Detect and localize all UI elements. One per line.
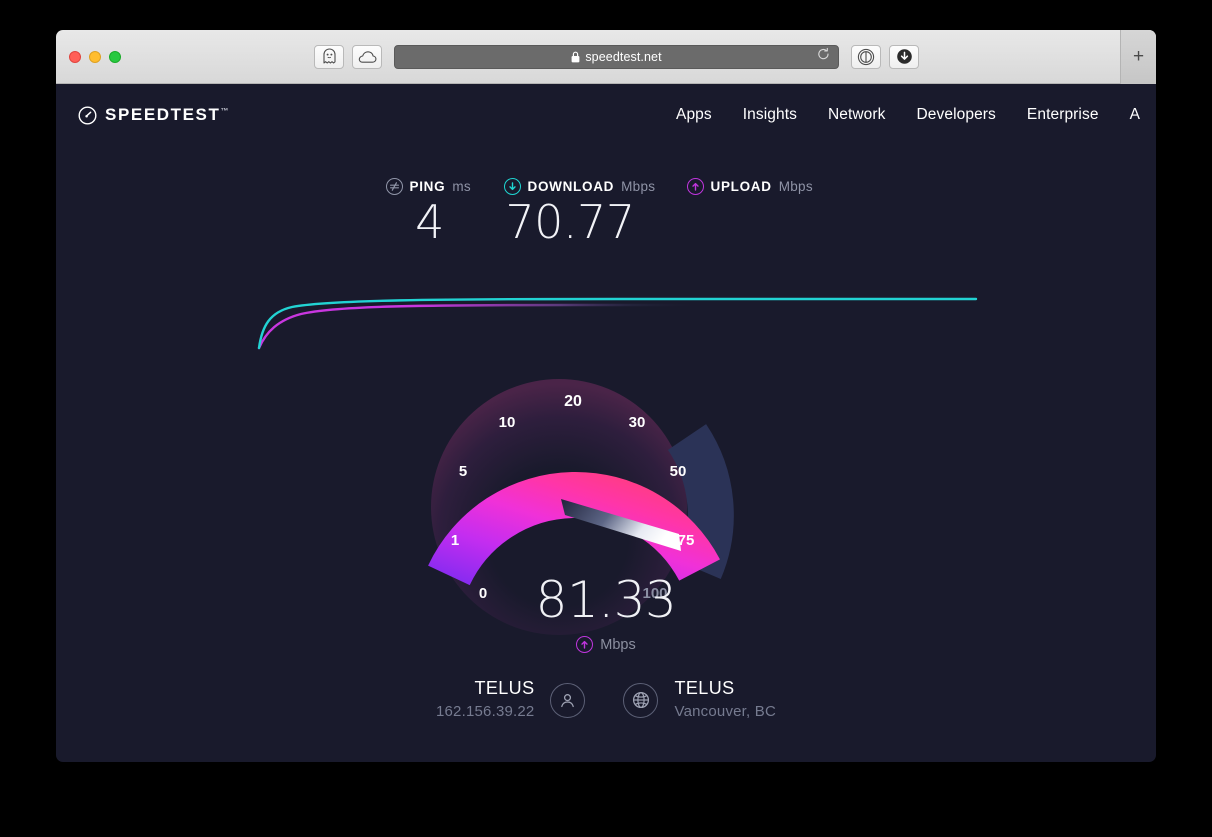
gauge-tick-1: 1 (451, 532, 459, 549)
ghost-icon (322, 48, 336, 64)
up-arrow-glyph-icon (691, 182, 699, 191)
gauge-value: 81.33 (535, 571, 677, 629)
page-content: SPEEDTEST™ Apps Insights Network Develop… (56, 84, 1156, 762)
close-window-button[interactable] (69, 50, 81, 63)
toolbar-right-buttons (851, 44, 919, 69)
stat-download-value: 70.77 (505, 195, 635, 249)
address-bar[interactable]: speedtest.net (394, 44, 839, 69)
nav-item-insights[interactable]: Insights (743, 106, 797, 124)
connection-ip: 162.156.39.22 (435, 703, 535, 720)
stat-download-label: DOWNLOAD (527, 179, 615, 194)
reader-mode-button[interactable] (851, 44, 881, 69)
stat-ping-header: PING ms (385, 178, 504, 195)
stats-row: PING ms 4 DOWNLOAD Mbps 70.77 UPLOAD Mbp… (56, 178, 1156, 249)
site-header: SPEEDTEST™ Apps Insights Network Develop… (56, 84, 1156, 146)
globe-icon (632, 691, 650, 709)
lock-icon (571, 51, 580, 62)
stat-download-unit: Mbps (621, 179, 656, 194)
gauge-tick-20: 20 (564, 393, 582, 410)
server-name: TELUS (674, 678, 735, 698)
gauge-unit-label: Mbps (600, 636, 636, 653)
stat-ping: PING ms 4 (385, 178, 504, 249)
nav-item-developers[interactable]: Developers (917, 106, 996, 124)
ping-glyph-icon (389, 182, 399, 191)
gauge-tick-30: 30 (629, 414, 646, 431)
gauge-unit-row: Mbps (396, 636, 816, 653)
window-controls (69, 50, 121, 63)
stat-ping-label: PING (409, 179, 446, 194)
globe-icon-circle (623, 682, 659, 718)
nav-item-apps[interactable]: Apps (676, 106, 712, 124)
up-arrow-glyph-icon (581, 640, 588, 649)
stat-download: DOWNLOAD Mbps 70.77 (503, 178, 687, 249)
stat-upload-header: UPLOAD Mbps (686, 178, 827, 195)
ghost-button[interactable] (314, 44, 344, 69)
server-location: Vancouver, BC (674, 703, 777, 720)
person-icon (561, 693, 575, 707)
nav-item-enterprise[interactable]: Enterprise (1027, 106, 1099, 124)
nav-item-network[interactable]: Network (828, 106, 886, 124)
server-block[interactable]: TELUS Vancouver, BC (623, 676, 776, 724)
minimize-window-button[interactable] (89, 50, 101, 63)
reader-mode-icon (857, 48, 875, 65)
gauge-tick-5: 5 (459, 463, 467, 480)
maximize-window-button[interactable] (109, 50, 121, 63)
stat-ping-value: 4 (415, 195, 444, 249)
downloads-icon (896, 49, 912, 64)
speed-gauge: 0 1 5 10 20 30 50 75 100 81.33 Mbps (396, 339, 816, 669)
reload-button[interactable] (817, 47, 830, 66)
stat-upload-label: UPLOAD (710, 179, 772, 194)
stat-upload-unit: Mbps (778, 179, 813, 194)
new-tab-button[interactable]: + (1120, 30, 1156, 84)
toolbar-left-buttons (314, 44, 382, 69)
downloads-button[interactable] (889, 44, 919, 69)
stat-upload: UPLOAD Mbps (686, 178, 827, 249)
speedtest-logo[interactable]: SPEEDTEST™ (78, 105, 228, 125)
cloud-button[interactable] (352, 44, 382, 69)
browser-toolbar: speedtest.net + (56, 30, 1156, 84)
ping-icon (385, 178, 403, 195)
connection-info: TELUS 162.156.39.22 TELUS Vancouver, BC (56, 676, 1156, 724)
connection-block[interactable]: TELUS 162.156.39.22 (436, 676, 586, 724)
gauge-tick-10: 10 (499, 414, 516, 431)
download-arrow-icon (503, 178, 521, 195)
person-icon-circle (550, 682, 586, 718)
browser-window: speedtest.net + SPEEDTEST™ Apps Insights… (56, 30, 1156, 762)
logo-text: SPEEDTEST™ (105, 105, 229, 124)
gauge-tick-50: 50 (670, 463, 687, 480)
upload-arrow-icon (576, 636, 594, 653)
connection-text: TELUS 162.156.39.22 (436, 676, 535, 724)
main-nav: Apps Insights Network Developers Enterpr… (676, 84, 1140, 146)
url-text: speedtest.net (585, 49, 662, 64)
stat-ping-unit: ms (452, 179, 471, 194)
logo-trademark: ™ (220, 106, 229, 116)
reload-icon (818, 47, 829, 59)
stat-download-header: DOWNLOAD Mbps (503, 178, 687, 195)
connection-isp: TELUS (474, 678, 535, 698)
server-text: TELUS Vancouver, BC (674, 676, 776, 724)
nav-item-about[interactable]: A (1130, 106, 1140, 124)
speedometer-icon (78, 105, 97, 125)
cloud-icon (358, 50, 376, 63)
upload-arrow-icon (686, 178, 704, 195)
down-arrow-glyph-icon (508, 182, 516, 191)
